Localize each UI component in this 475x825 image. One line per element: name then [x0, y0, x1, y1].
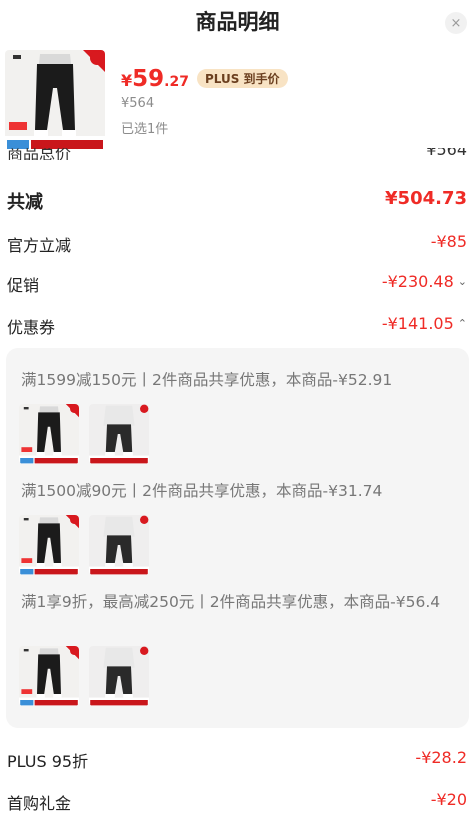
official-discount-label: 官方立减	[7, 236, 72, 255]
header: 商品明细 ×	[0, 0, 475, 40]
coupon-detail-panel: 满1599减150元丨2件商品共享优惠，本商品-¥52.91 满1500减90元…	[6, 348, 469, 728]
product-image	[5, 50, 105, 150]
plus-discount-label: PLUS 95折	[7, 752, 89, 771]
plus-discount-row: PLUS 95折 -¥28.2	[0, 744, 475, 776]
plus-discount-value: -¥28.2	[415, 748, 467, 767]
product-summary	[0, 44, 475, 158]
product-thumbnail	[89, 404, 149, 464]
coupon-text: 满1599减150元丨2件商品共享优惠，本商品-¥52.91	[21, 371, 393, 389]
total-discount-row: 共减 ¥504.73	[0, 184, 475, 216]
total-discount-label: 共减	[7, 192, 43, 213]
plus-price-tag: PLUS 到手价	[196, 69, 288, 88]
promo-value: -¥230.48	[381, 272, 454, 291]
first-purchase-gift-label: 首购礼金	[7, 794, 72, 813]
product-thumbnail	[19, 646, 79, 706]
chevron-up-icon[interactable]: ⌃	[458, 317, 467, 330]
coupon-text: 满1享9折，最高减250元丨2件商品共享优惠，本商品-¥56.4	[21, 593, 441, 611]
coupon-row[interactable]: 优惠券 -¥141.05 ⌃	[0, 310, 475, 342]
selected-quantity: 已选1件	[121, 122, 169, 137]
total-price-row-clipped: 商品总价 ¥564	[0, 148, 475, 160]
product-thumbnail	[89, 515, 149, 575]
price: ¥59.27	[121, 66, 189, 92]
coupon-products	[19, 646, 149, 706]
product-thumbnail	[19, 515, 79, 575]
coupon-label: 优惠券	[7, 318, 56, 337]
price-row: ¥59.27 PLUS 到手价	[121, 66, 288, 94]
coupon-text: 满1500减90元丨2件商品共享优惠，本商品-¥31.74	[21, 482, 383, 500]
close-icon[interactable]: ×	[445, 12, 467, 34]
product-thumbnail	[89, 646, 149, 706]
page-title: 商品明细	[195, 10, 280, 34]
first-purchase-gift-value: -¥20	[430, 790, 467, 809]
original-price: ¥564	[121, 96, 155, 111]
first-purchase-gift-row: 首购礼金 -¥20	[0, 786, 475, 818]
total-discount-value: ¥504.73	[385, 188, 467, 209]
total-price-label: 商品总价	[7, 148, 72, 160]
product-thumbnail	[19, 404, 79, 464]
promo-row[interactable]: 促销 -¥230.48 ⌄	[0, 268, 475, 300]
official-discount-row: 官方立减 -¥85	[0, 228, 475, 260]
coupon-value: -¥141.05	[381, 314, 454, 333]
official-discount-value: -¥85	[430, 232, 467, 251]
chevron-down-icon[interactable]: ⌄	[458, 275, 467, 288]
total-price-value: ¥564	[426, 148, 467, 159]
promo-label: 促销	[7, 276, 40, 295]
coupon-products	[19, 515, 149, 575]
coupon-products	[19, 404, 149, 464]
